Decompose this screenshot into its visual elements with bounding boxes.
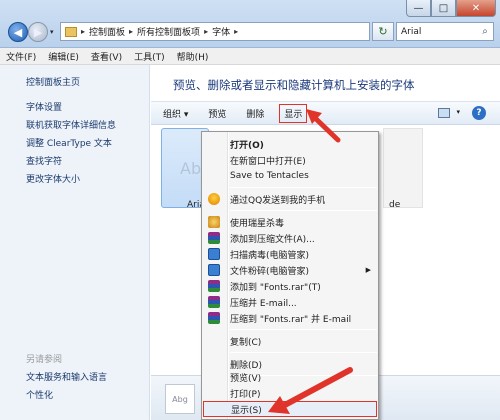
winrar-icon bbox=[208, 232, 220, 244]
title-bar: — □ ✕ ◀ ▶ ▾ ▸ 控制面板 ▸ 所有控制面板项 ▸ 字体 ▸ ↻ Ar… bbox=[0, 0, 500, 48]
crumb-separator-icon: ▸ bbox=[204, 27, 209, 36]
search-icon[interactable]: ⌕ bbox=[477, 26, 493, 37]
menu-divider bbox=[230, 210, 377, 211]
back-arrow-icon: ◀ bbox=[13, 25, 23, 39]
forward-button[interactable]: ▶ bbox=[28, 22, 48, 42]
menu-item-scan-virus[interactable]: 扫描病毒(电脑管家) bbox=[203, 246, 377, 262]
font-preview-glyph: Ab bbox=[180, 159, 202, 178]
menu-item-open[interactable]: 打开(O) bbox=[203, 136, 377, 152]
qq-icon bbox=[208, 193, 220, 205]
find-character-link[interactable]: 查找字符 bbox=[26, 154, 62, 167]
preview-button[interactable]: 预览 bbox=[208, 107, 226, 120]
recent-pages-dropdown[interactable]: ▾ bbox=[50, 28, 54, 36]
view-dropdown-icon[interactable]: ▾ bbox=[456, 108, 460, 116]
menu-item-copy[interactable]: 复制(C) bbox=[203, 333, 377, 349]
menu-item-label: 使用瑞星杀毒 bbox=[230, 218, 285, 229]
text-services-link[interactable]: 文本服务和输入语言 bbox=[26, 370, 107, 383]
menu-item-label: 添加到压缩文件(A)... bbox=[230, 234, 315, 245]
delete-button[interactable]: 删除 bbox=[246, 107, 264, 120]
menu-item-label: 显示(S) bbox=[231, 405, 262, 416]
menu-item-save-to-tentacles[interactable]: Save to Tentacles bbox=[203, 168, 377, 184]
control-panel-home-link[interactable]: 控制面板主页 bbox=[26, 75, 80, 88]
menu-bar: 文件(F) 编辑(E) 查看(V) 工具(T) 帮助(H) bbox=[0, 48, 500, 65]
menu-item-add-to-fonts-rar[interactable]: 添加到 "Fonts.rar"(T) bbox=[203, 278, 377, 294]
menu-item-open-new-window[interactable]: 在新窗口中打开(E) bbox=[203, 152, 377, 168]
window-controls: — □ ✕ bbox=[406, 0, 496, 17]
winrar-icon bbox=[208, 296, 220, 308]
maximize-button[interactable]: □ bbox=[431, 0, 456, 17]
menu-item-label: 打开(O) bbox=[230, 140, 264, 151]
menu-file[interactable]: 文件(F) bbox=[6, 50, 36, 63]
menu-item-label: 通过QQ发送到我的手机 bbox=[230, 195, 326, 206]
back-button[interactable]: ◀ bbox=[8, 22, 28, 42]
menu-tools[interactable]: 工具(T) bbox=[134, 50, 165, 63]
menu-item-rising-antivirus[interactable]: 使用瑞星杀毒 bbox=[203, 214, 377, 230]
menu-item-label: 添加到 "Fonts.rar"(T) bbox=[230, 282, 321, 293]
breadcrumb-control-panel[interactable]: 控制面板 bbox=[89, 25, 125, 38]
menu-item-compress-email[interactable]: 压缩并 E-mail... bbox=[203, 294, 377, 310]
menu-divider bbox=[230, 187, 377, 188]
refresh-button[interactable]: ↻ bbox=[372, 22, 394, 41]
menu-item-label: 扫描病毒(电脑管家) bbox=[230, 250, 310, 261]
address-bar[interactable]: ▸ 控制面板 ▸ 所有控制面板项 ▸ 字体 ▸ bbox=[60, 22, 370, 41]
menu-item-print[interactable]: 打印(P) bbox=[203, 385, 377, 401]
show-button[interactable]: 显示 bbox=[279, 103, 308, 123]
rising-antivirus-icon bbox=[208, 216, 220, 228]
menu-divider bbox=[230, 329, 377, 330]
minimize-button[interactable]: — bbox=[406, 0, 431, 17]
menu-view[interactable]: 查看(V) bbox=[91, 50, 122, 63]
menu-edit[interactable]: 编辑(E) bbox=[48, 50, 79, 63]
forward-arrow-icon: ▶ bbox=[33, 25, 43, 39]
crumb-separator-icon: ▸ bbox=[129, 27, 134, 36]
menu-item-label: 压缩到 "Fonts.rar" 并 E-mail bbox=[230, 314, 352, 325]
get-font-info-online-link[interactable]: 联机获取字体详细信息 bbox=[26, 118, 116, 131]
organize-button[interactable]: 组织 ▾ bbox=[163, 107, 188, 120]
change-font-size-link[interactable]: 更改字体大小 bbox=[26, 172, 80, 185]
menu-item-add-to-archive[interactable]: 添加到压缩文件(A)... bbox=[203, 230, 377, 246]
content-header: 预览、删除或者显示和隐藏计算机上安装的字体 bbox=[151, 65, 500, 101]
menu-item-label: 在新窗口中打开(E) bbox=[230, 156, 306, 167]
adjust-cleartype-link[interactable]: 调整 ClearType 文本 bbox=[26, 136, 112, 149]
refresh-icon: ↻ bbox=[378, 25, 388, 38]
font-tile[interactable] bbox=[383, 128, 423, 208]
breadcrumb-fonts[interactable]: 字体 bbox=[212, 25, 230, 38]
menu-item-label: 预览(V) bbox=[230, 373, 262, 384]
winrar-icon bbox=[208, 312, 220, 324]
page-title: 预览、删除或者显示和隐藏计算机上安装的字体 bbox=[173, 78, 415, 92]
tencent-manager-icon bbox=[208, 248, 220, 260]
see-also-heading: 另请参阅 bbox=[26, 355, 63, 365]
folder-icon bbox=[65, 26, 77, 37]
command-toolbar: 组织 ▾ 预览 删除 显示 ▾ ? bbox=[151, 101, 500, 125]
personalization-link[interactable]: 个性化 bbox=[26, 388, 53, 401]
breadcrumb-all-items[interactable]: 所有控制面板项 bbox=[137, 25, 200, 38]
menu-help[interactable]: 帮助(H) bbox=[177, 50, 209, 63]
menu-item-send-qq-phone[interactable]: 通过QQ发送到我的手机 bbox=[203, 191, 377, 207]
crumb-separator-icon: ▸ bbox=[81, 27, 86, 36]
search-input[interactable]: Arial ⌕ bbox=[396, 22, 494, 41]
font-thumbnail: Abg bbox=[165, 384, 195, 414]
tencent-manager-icon bbox=[208, 264, 220, 276]
font-settings-link[interactable]: 字体设置 bbox=[26, 100, 62, 113]
submenu-arrow-icon: ▶ bbox=[365, 266, 371, 274]
crumb-separator-icon: ▸ bbox=[234, 27, 239, 36]
close-button[interactable]: ✕ bbox=[456, 0, 496, 17]
help-icon[interactable]: ? bbox=[472, 106, 486, 120]
menu-item-label: 复制(C) bbox=[230, 337, 262, 348]
menu-item-label: 文件粉碎(电脑管家) bbox=[230, 266, 310, 277]
menu-item-preview[interactable]: 预览(V) bbox=[203, 369, 377, 385]
left-nav-pane: 控制面板主页 字体设置 联机获取字体详细信息 调整 ClearType 文本 查… bbox=[0, 65, 150, 420]
change-view-icon[interactable] bbox=[438, 108, 450, 118]
menu-item-label: 压缩并 E-mail... bbox=[230, 298, 297, 309]
font-tile-label: de bbox=[389, 200, 401, 210]
context-menu: 打开(O) 在新窗口中打开(E) Save to Tentacles 通过QQ发… bbox=[201, 131, 379, 420]
menu-item-show[interactable]: 显示(S) bbox=[203, 401, 377, 417]
winrar-icon bbox=[208, 280, 220, 292]
menu-item-label: 打印(P) bbox=[230, 389, 261, 400]
menu-item-compress-fonts-rar-email[interactable]: 压缩到 "Fonts.rar" 并 E-mail bbox=[203, 310, 377, 326]
menu-divider bbox=[230, 352, 377, 353]
search-value: Arial bbox=[401, 26, 422, 37]
menu-item-shred-file[interactable]: 文件粉碎(电脑管家) ▶ bbox=[203, 262, 377, 278]
menu-item-label: Save to Tentacles bbox=[230, 171, 309, 181]
